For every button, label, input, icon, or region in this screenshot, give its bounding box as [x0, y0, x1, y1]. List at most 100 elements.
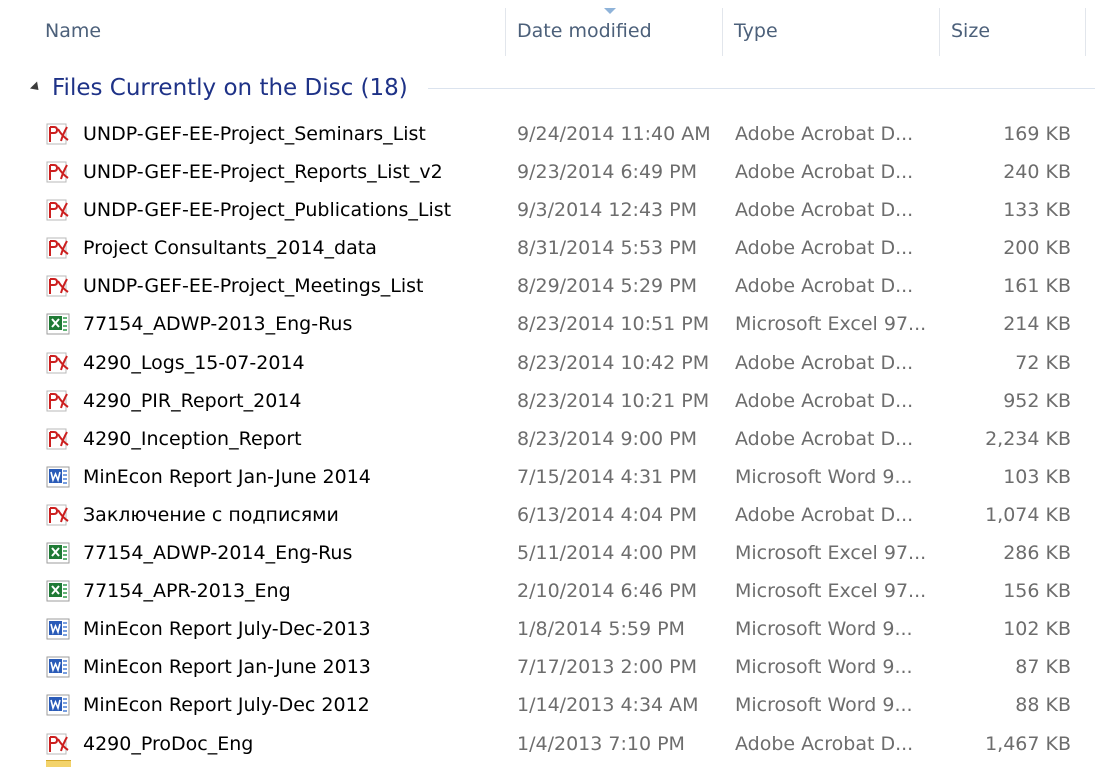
file-size: 2,234 KB — [985, 427, 1071, 450]
word-icon — [46, 618, 71, 640]
file-type: Adobe Acrobat D... — [735, 503, 914, 526]
pdf-icon — [46, 237, 71, 259]
column-header-bar: Name Date modified Type Size — [0, 0, 1095, 56]
file-row[interactable]: 4290_ProDoc_Eng 1/4/2013 7:10 PM Adobe Acr… — [0, 725, 1095, 763]
file-date-modified: 8/23/2014 10:42 PM — [517, 351, 710, 374]
pdf-icon — [46, 428, 71, 450]
file-size: 240 KB — [1003, 161, 1071, 184]
collapse-triangle-icon[interactable] — [29, 81, 43, 94]
file-size: 214 KB — [1003, 313, 1071, 336]
file-type: Adobe Acrobat D... — [735, 389, 914, 412]
file-type: Adobe Acrobat D... — [735, 427, 914, 450]
file-row[interactable]: 4290_PIR_Report_2014 8/23/2014 10:21 PM Ad… — [0, 382, 1095, 420]
file-type: Microsoft Excel 97... — [735, 542, 927, 565]
file-name: Заключение с подписями — [83, 503, 339, 526]
file-row[interactable]: 77154_ADWP-2014_Eng-Rus 5/11/2014 4:00 PM… — [0, 534, 1095, 572]
file-name: 77154_APR-2013_Eng — [83, 580, 291, 603]
file-size: 156 KB — [1003, 580, 1071, 603]
file-date-modified: 5/11/2014 4:00 PM — [517, 542, 698, 565]
file-name: UNDP-GEF-EE-Project_Publications_List — [83, 199, 452, 222]
column-header-name-label: Name — [45, 20, 102, 42]
file-name: 77154_ADWP-2014_Eng-Rus — [83, 542, 353, 565]
file-size: 88 KB — [1015, 694, 1071, 717]
file-type: Microsoft Excel 97... — [735, 313, 927, 336]
file-date-modified: 7/17/2013 2:00 PM — [517, 656, 698, 679]
pdf-icon — [46, 390, 71, 412]
file-type: Microsoft Word 9... — [735, 694, 913, 717]
file-name: 77154_ADWP-2013_Eng-Rus — [83, 313, 353, 336]
file-row[interactable]: UNDP-GEF-EE-Project_Seminars_List 9/24/20… — [0, 115, 1095, 153]
file-row[interactable]: MinEcon Report July-Dec-2013 1/8/2014 5:5… — [0, 610, 1095, 648]
file-row[interactable]: 77154_APR-2013_Eng 2/10/2014 6:46 PM Micro… — [0, 572, 1095, 610]
word-icon — [46, 694, 71, 716]
file-name: UNDP-GEF-EE-Project_Reports_List_v2 — [83, 161, 443, 184]
file-row[interactable]: 4290_Logs_15-07-2014 8/23/2014 10:42 PM Ad… — [0, 344, 1095, 382]
column-header-size-label: Size — [951, 20, 991, 42]
column-divider[interactable] — [505, 8, 506, 56]
file-size: 169 KB — [1003, 123, 1071, 145]
file-row[interactable]: Заключение с подписями 6/13/2014 4:04 PM A… — [0, 496, 1095, 534]
file-date-modified: 9/23/2014 6:49 PM — [517, 161, 698, 184]
file-size: 133 KB — [1003, 199, 1071, 222]
column-header-type-label: Type — [734, 20, 778, 42]
file-row[interactable]: UNDP-GEF-EE-Project_Meetings_List 8/29/20… — [0, 267, 1095, 305]
column-divider[interactable] — [722, 8, 723, 56]
column-header-name[interactable]: Name — [35, 0, 505, 56]
file-date-modified: 7/15/2014 4:31 PM — [517, 465, 698, 488]
pdf-icon — [46, 199, 71, 221]
column-header-date-label: Date modified — [517, 20, 652, 42]
file-name: 4290_ProDoc_Eng — [83, 732, 254, 755]
file-name: MinEcon Report July-Dec 2012 — [83, 694, 370, 717]
pdf-icon — [46, 733, 71, 755]
file-size: 87 KB — [1015, 656, 1071, 679]
file-type: Adobe Acrobat D... — [735, 123, 914, 145]
group-separator-line — [428, 88, 1095, 89]
word-icon — [46, 656, 71, 678]
file-date-modified: 8/31/2014 5:53 PM — [517, 237, 698, 260]
file-name: 4290_Logs_15-07-2014 — [83, 351, 305, 374]
file-type: Microsoft Word 9... — [735, 618, 913, 641]
file-row[interactable]: MinEcon Report Jan-June 2014 7/15/2014 4:… — [0, 458, 1095, 496]
file-type: Microsoft Excel 97... — [735, 580, 927, 603]
group-header[interactable]: Files Currently on the Disc (18) — [0, 70, 1095, 108]
file-date-modified: 1/14/2013 4:34 AM — [517, 694, 699, 717]
pdf-icon — [46, 161, 71, 183]
file-date-modified: 9/24/2014 11:40 AM — [517, 123, 711, 145]
file-size: 161 KB — [1003, 275, 1071, 298]
file-size: 103 KB — [1003, 465, 1071, 488]
excel-icon — [46, 542, 71, 564]
pdf-icon — [46, 504, 71, 526]
column-header-size[interactable]: Size — [941, 0, 1085, 56]
file-row[interactable]: MinEcon Report Jan-June 2013 7/17/2013 2:… — [0, 648, 1095, 686]
file-type: Adobe Acrobat D... — [735, 237, 914, 260]
file-size: 102 KB — [1003, 618, 1071, 641]
file-row[interactable]: 4290_Inception_Report 8/23/2014 9:00 PM Ad… — [0, 420, 1095, 458]
pdf-icon — [46, 123, 71, 145]
file-name: MinEcon Report Jan-June 2014 — [83, 465, 371, 488]
file-date-modified: 8/23/2014 9:00 PM — [517, 427, 698, 450]
file-row[interactable]: UNDP-GEF-EE-Project_Publications_List 9/3… — [0, 191, 1095, 229]
file-date-modified: 8/23/2014 10:21 PM — [517, 389, 710, 412]
file-type: Adobe Acrobat D... — [735, 732, 914, 755]
file-size: 72 KB — [1015, 351, 1071, 374]
file-row[interactable]: Project Consultants_2014_data 8/31/2014 5… — [0, 229, 1095, 267]
file-row[interactable]: 77154_ADWP-2013_Eng-Rus 8/23/2014 10:51 P… — [0, 305, 1095, 343]
file-type: Adobe Acrobat D... — [735, 351, 914, 374]
file-row[interactable]: MinEcon Report July-Dec 2012 1/14/2013 4:… — [0, 686, 1095, 724]
column-divider[interactable] — [1085, 8, 1086, 56]
pdf-icon — [46, 275, 71, 297]
column-header-type[interactable]: Type — [724, 0, 939, 56]
file-name: 4290_Inception_Report — [83, 427, 302, 450]
file-name: 4290_PIR_Report_2014 — [83, 389, 302, 412]
group-title: Files Currently on the Disc (18) — [52, 75, 408, 101]
file-row[interactable]: UNDP-GEF-EE-Project_Reports_List_v2 9/23/… — [0, 153, 1095, 191]
file-date-modified: 1/4/2013 7:10 PM — [517, 732, 685, 755]
file-size: 286 KB — [1003, 542, 1071, 565]
file-name: MinEcon Report July-Dec-2013 — [83, 618, 371, 641]
column-divider[interactable] — [939, 8, 940, 56]
excel-icon — [46, 313, 71, 335]
pdf-icon — [46, 352, 71, 374]
column-header-date-modified[interactable]: Date modified — [507, 0, 722, 56]
file-size: 1,467 KB — [985, 732, 1071, 755]
file-date-modified: 8/23/2014 10:51 PM — [517, 313, 710, 336]
